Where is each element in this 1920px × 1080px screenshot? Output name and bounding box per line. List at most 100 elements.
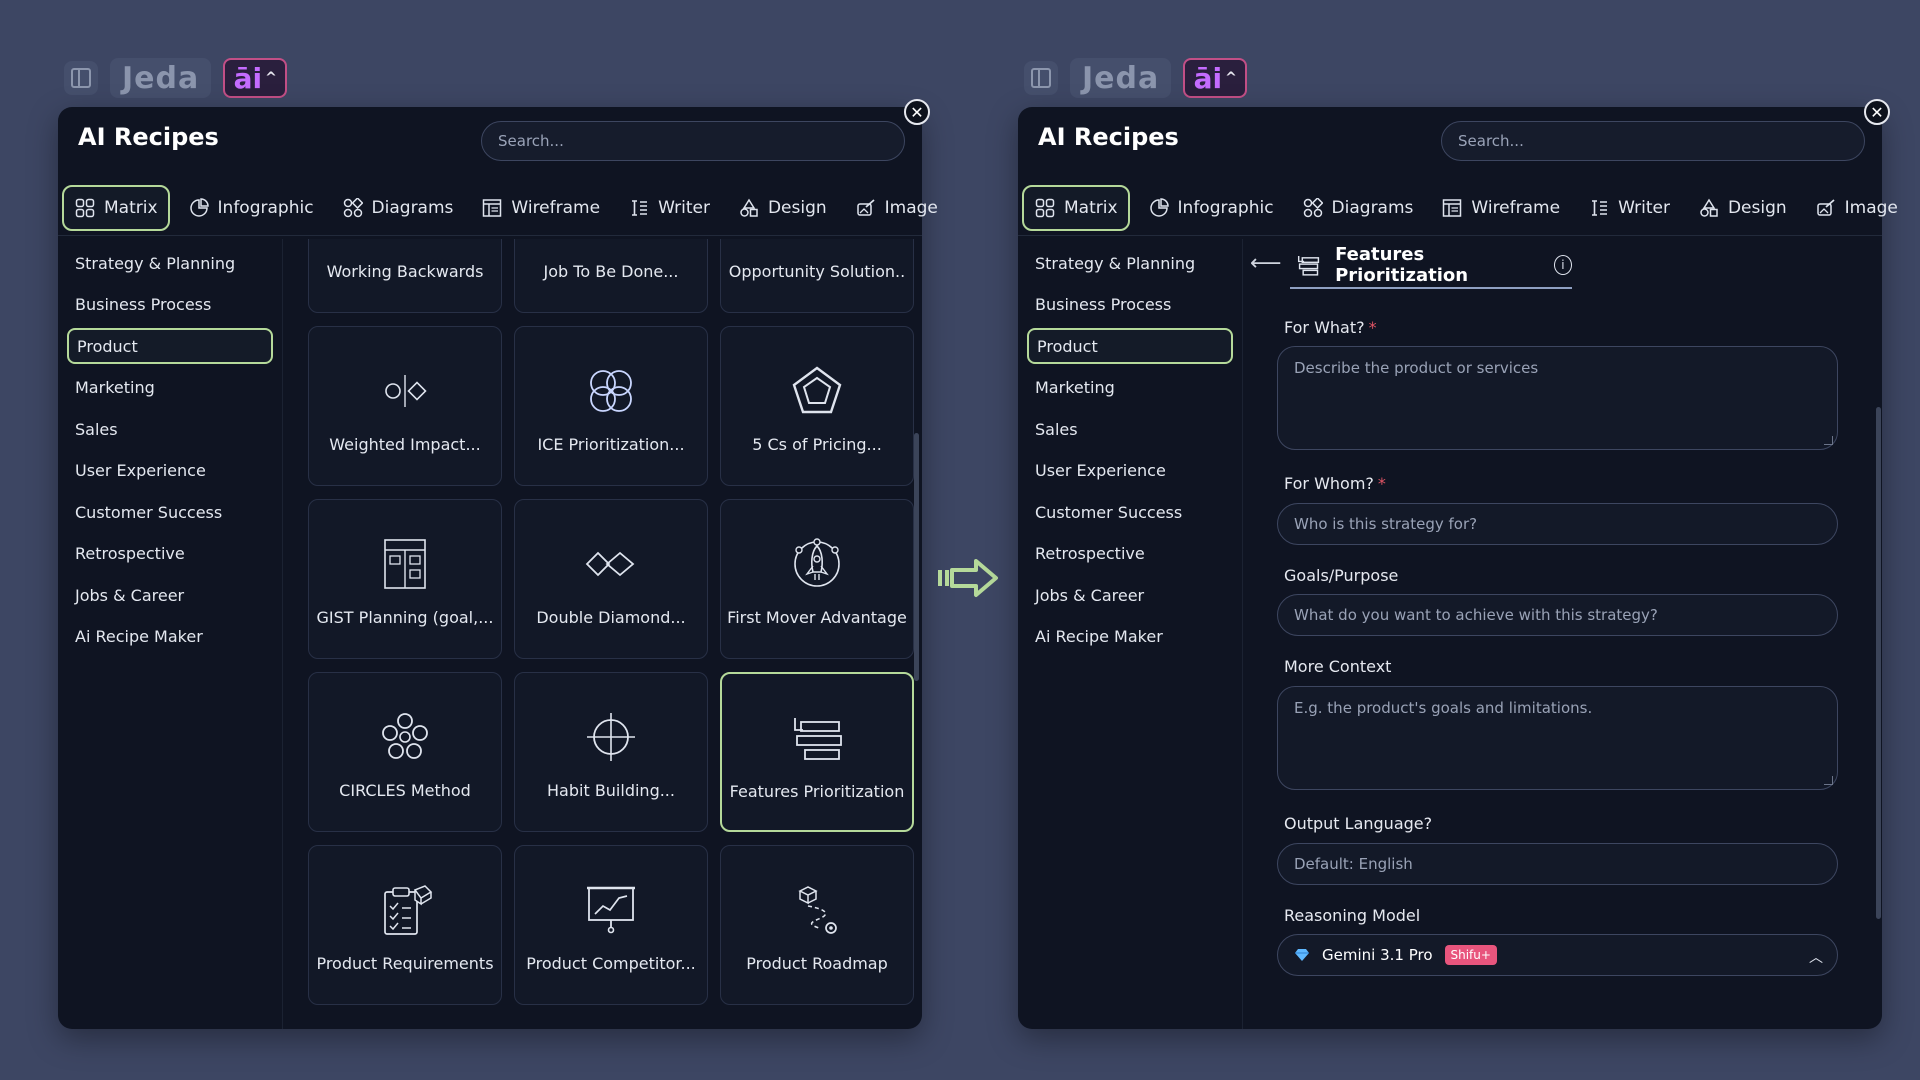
infographic-icon [1148, 197, 1170, 219]
category-sales[interactable]: Sales [1027, 411, 1233, 447]
recipe-card-opportunity-solution[interactable]: Opportunity Solution.. [720, 239, 914, 313]
for-what-field[interactable]: Describe the product or services [1277, 346, 1838, 450]
rocket-icon [721, 536, 913, 592]
design-icon [1698, 197, 1720, 219]
category-jobs-career[interactable]: Jobs & Career [1027, 577, 1233, 613]
tab-label: Design [1727, 198, 1787, 218]
tab-label: Wireframe [511, 198, 601, 218]
tab-label: Wireframe [1471, 198, 1561, 218]
recipe-card-features-prioritization[interactable]: Features Prioritization [720, 672, 914, 832]
jeda-logo[interactable]: Jeda [1070, 58, 1172, 98]
category-product[interactable]: Product [1027, 328, 1233, 364]
chevron-up-icon: ^ [1225, 70, 1237, 86]
tab-wireframe[interactable]: Wireframe [471, 185, 610, 231]
resize-handle-icon[interactable] [1824, 436, 1833, 445]
category-sales[interactable]: Sales [67, 411, 273, 447]
for-whom-field[interactable]: Who is this strategy for? [1277, 503, 1838, 545]
resize-handle-icon[interactable] [1824, 776, 1833, 785]
category-marketing[interactable]: Marketing [1027, 370, 1233, 406]
tab-label: Matrix [1064, 198, 1118, 218]
sidebar-toggle-button[interactable] [1024, 61, 1058, 95]
ai-recipes-panel-form: ✕ AI Recipes Search... Matrix Infographic… [1018, 99, 1898, 1029]
category-strategy-planning[interactable]: Strategy & Planning [1027, 245, 1233, 281]
grid-scrollbar[interactable] [914, 433, 919, 681]
recipe-card-double-diamond[interactable]: Double Diamond... [514, 499, 708, 659]
context-field[interactable]: E.g. the product's goals and limitations… [1277, 686, 1838, 790]
sidebar-icon [71, 68, 91, 88]
tab-design[interactable]: Design [1688, 185, 1797, 231]
tab-image[interactable]: Image [1805, 185, 1908, 231]
tab-label: Diagrams [1331, 198, 1414, 218]
recipe-card-weighted-impact[interactable]: Weighted Impact... [308, 326, 502, 486]
recipe-card-working-backwards[interactable]: Working Backwards [308, 239, 502, 313]
ai-label: āi [1193, 61, 1223, 95]
wireframe-icon [481, 197, 503, 219]
ai-menu-button[interactable]: āi ^ [1183, 58, 1248, 98]
recipe-card-ice-prioritization[interactable]: ICE Prioritization... [514, 326, 708, 486]
tab-wireframe[interactable]: Wireframe [1431, 185, 1570, 231]
category-customer-success[interactable]: Customer Success [1027, 494, 1233, 530]
recipe-label: Habit Building... [547, 781, 675, 800]
recipe-label: GIST Planning (goal,... [316, 608, 494, 627]
recipe-card-product-requirements[interactable]: Product Requirements [308, 845, 502, 1005]
search-input[interactable]: Search... [481, 121, 905, 161]
tab-diagrams[interactable]: Diagrams [1292, 185, 1424, 231]
tab-infographic[interactable]: Infographic [178, 185, 324, 231]
category-retrospective[interactable]: Retrospective [1027, 536, 1233, 572]
recipe-card-gist-planning-goal[interactable]: GIST Planning (goal,... [308, 499, 502, 659]
category-user-experience[interactable]: User Experience [67, 453, 273, 489]
category-business-process[interactable]: Business Process [1027, 287, 1233, 323]
category-business-process[interactable]: Business Process [67, 287, 273, 323]
recipe-card-product-roadmap[interactable]: Product Roadmap [720, 845, 914, 1005]
language-field[interactable]: Default: English [1277, 843, 1838, 885]
image-icon [855, 197, 877, 219]
tab-image[interactable]: Image [845, 185, 948, 231]
tab-label: Writer [658, 198, 710, 218]
tab-label: Image [884, 198, 938, 218]
category-customer-success[interactable]: Customer Success [67, 494, 273, 530]
recipe-card-circles-method[interactable]: CIRCLES Method [308, 672, 502, 832]
jeda-logo[interactable]: Jeda [110, 58, 212, 98]
category-user-experience[interactable]: User Experience [1027, 453, 1233, 489]
ai-recipes-panel-browse: ✕ AI Recipes Search... Matrix Infographic… [58, 99, 938, 1029]
language-label: Output Language? [1284, 814, 1433, 833]
recipe-card-first-mover-advantage[interactable]: First Mover Advantage [720, 499, 914, 659]
tab-matrix[interactable]: Matrix [62, 185, 170, 231]
sidebar-icon [1031, 68, 1051, 88]
sidebar-toggle-button[interactable] [64, 61, 98, 95]
model-select[interactable]: Gemini 3.1 Pro Shifu+ ︿ [1277, 934, 1838, 976]
close-button[interactable]: ✕ [904, 99, 930, 125]
category-ai-recipe-maker[interactable]: Ai Recipe Maker [1027, 619, 1233, 655]
recipe-label: Product Competitor... [526, 954, 696, 973]
tab-infographic[interactable]: Infographic [1138, 185, 1284, 231]
jtbd-icon [515, 239, 707, 250]
tab-writer[interactable]: Writer [1578, 185, 1680, 231]
tabs-divider [1018, 235, 1882, 236]
close-button[interactable]: ✕ [1864, 99, 1890, 125]
model-value: Gemini 3.1 Pro [1322, 946, 1433, 964]
search-input[interactable]: Search... [1441, 121, 1865, 161]
category-retrospective[interactable]: Retrospective [67, 536, 273, 572]
category-marketing[interactable]: Marketing [67, 370, 273, 406]
tab-matrix[interactable]: Matrix [1022, 185, 1130, 231]
recipe-card-5-cs-of-pricing[interactable]: 5 Cs of Pricing... [720, 326, 914, 486]
ai-menu-button[interactable]: āi ^ [223, 58, 288, 98]
goals-field[interactable]: What do you want to achieve with this st… [1277, 594, 1838, 636]
category-strategy-planning[interactable]: Strategy & Planning [67, 245, 273, 281]
category-ai-recipe-maker[interactable]: Ai Recipe Maker [67, 619, 273, 655]
category-list: Strategy & Planning Business Process Produ… [1018, 239, 1243, 1029]
recipe-label: 5 Cs of Pricing... [752, 435, 882, 454]
tab-writer[interactable]: Writer [618, 185, 720, 231]
category-jobs-career[interactable]: Jobs & Career [67, 577, 273, 613]
tab-design[interactable]: Design [728, 185, 837, 231]
diamond-gem-icon [1295, 949, 1309, 961]
recipe-card-habit-building[interactable]: Habit Building... [514, 672, 708, 832]
form-scrollbar[interactable] [1876, 407, 1881, 919]
recipe-card-job-to-be-done[interactable]: Job To Be Done... [514, 239, 708, 313]
recipe-card-product-competitor[interactable]: Product Competitor... [514, 845, 708, 1005]
info-icon[interactable]: i [1553, 255, 1572, 275]
plan-badge: Shifu+ [1444, 945, 1497, 965]
category-product[interactable]: Product [67, 328, 273, 364]
back-arrow-icon[interactable]: ⟵ [1250, 251, 1282, 276]
tab-diagrams[interactable]: Diagrams [332, 185, 464, 231]
